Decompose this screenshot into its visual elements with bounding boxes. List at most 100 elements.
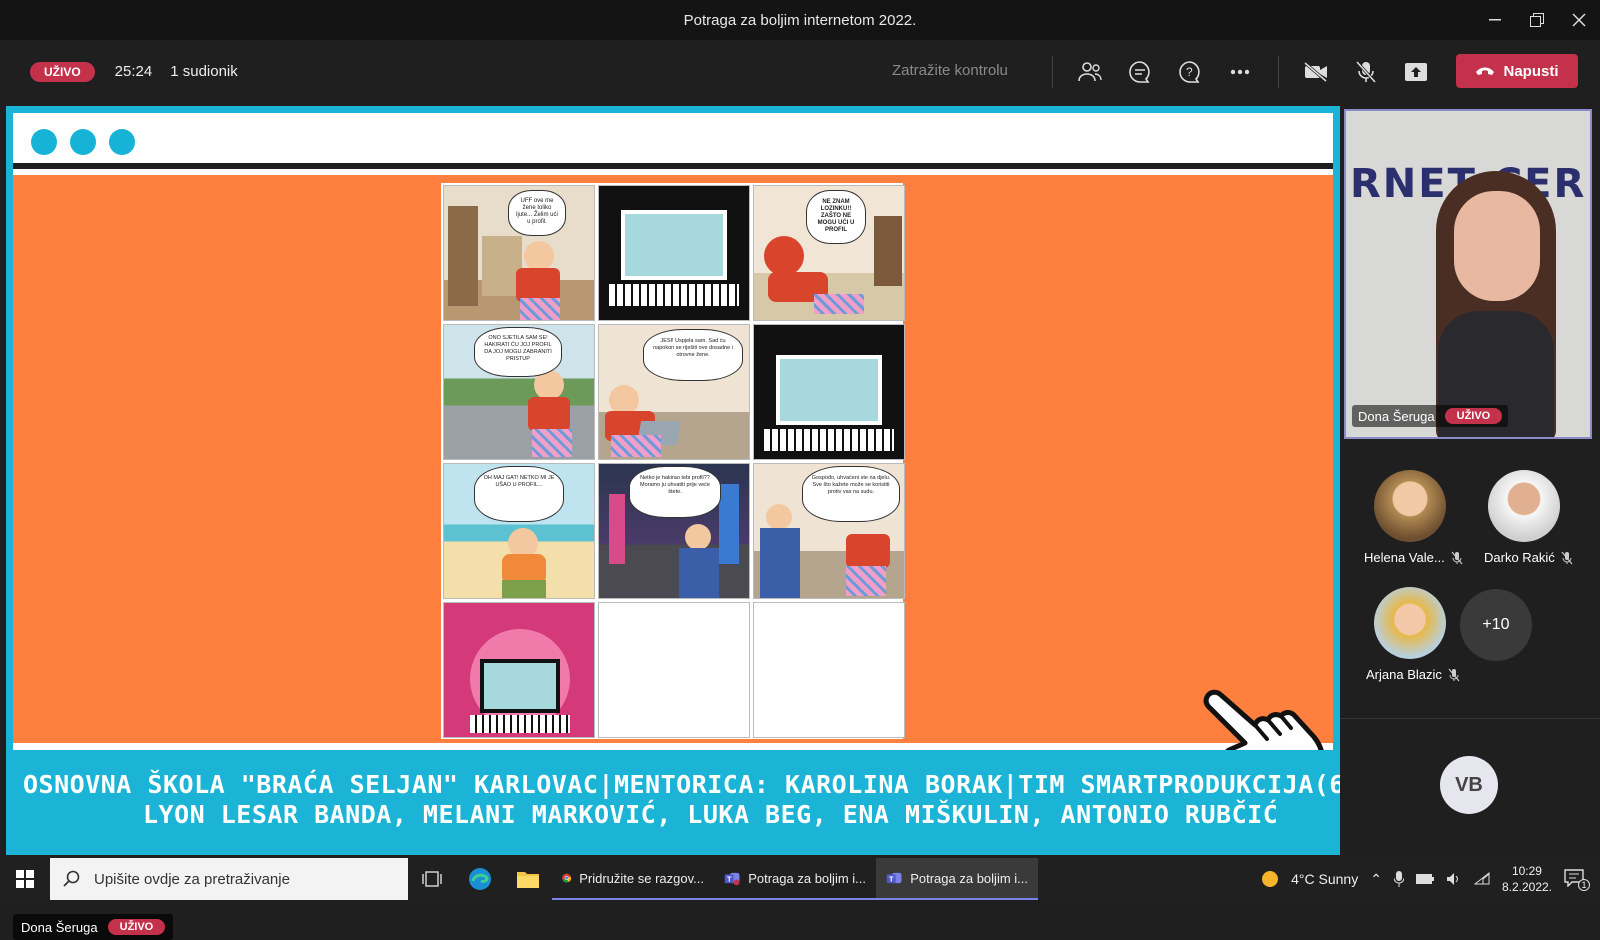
file-explorer-icon[interactable]	[504, 858, 552, 900]
comic-panel: NE ZNAM LOZINKU!! ZAŠTO NE MOGU UĆI U PR…	[753, 185, 905, 321]
taskbar-app-label: Pridružite se razgov...	[579, 870, 704, 886]
presenter-name: Dona Šeruga	[21, 919, 98, 935]
comic-panel-empty	[753, 602, 905, 738]
caption-line-1: OSNOVNA ŠKOLA "BRAĆA SELJAN" KARLOVAC|ME…	[23, 770, 1408, 799]
divider	[1340, 718, 1600, 719]
avatar[interactable]	[1374, 587, 1446, 659]
comic-panel	[443, 602, 595, 738]
participant-name: Arjana Blazic	[1366, 667, 1442, 682]
close-window-button[interactable]	[1558, 0, 1600, 40]
participants-panel: RNET CER Dona Šeruga UŽIVO Helena Vale..…	[1340, 106, 1600, 855]
comic-panel: Gospođo, uhvaćeni ste na djelu. Sve što …	[753, 463, 905, 599]
speech-bubble: Gospođo, uhvaćeni ste na djelu. Sve što …	[802, 466, 900, 522]
chrome-icon	[562, 873, 572, 883]
meeting-toolbar: UŽIVO 25:24 1 sudionik Zatražite kontrol…	[0, 40, 1600, 103]
weather-text[interactable]: 4°C Sunny	[1291, 871, 1358, 887]
microphone-icon[interactable]	[1393, 871, 1404, 887]
main-video-tile[interactable]: RNET CER Dona Šeruga UŽIVO	[1344, 109, 1592, 439]
comic-panel: ONO SJETILA SAM SE! HAKIRATI ĆU JOJ PROF…	[443, 324, 595, 460]
window-controls	[1474, 0, 1600, 40]
speech-bubble: NE ZNAM LOZINKU!! ZAŠTO NE MOGU UĆI U PR…	[806, 190, 866, 244]
presenter-nametag: Dona Šeruga UŽIVO	[13, 914, 174, 940]
clock-date: 8.2.2022.	[1501, 880, 1552, 894]
comic-panel	[598, 185, 750, 321]
taskbar: Upišite ovdje za pretraživanje Pridružit…	[0, 858, 1600, 900]
taskbar-search[interactable]: Upišite ovdje za pretraživanje	[50, 858, 408, 900]
svg-text:?: ?	[1186, 65, 1193, 79]
task-view-icon[interactable]	[408, 858, 456, 900]
speech-bubble: Netko je hakirao tebi profil?? Moramo ju…	[629, 466, 721, 518]
notifications-icon[interactable]: 1	[1564, 869, 1590, 891]
qna-icon[interactable]: ?	[1174, 56, 1206, 88]
teams-icon: T	[886, 872, 902, 884]
hang-up-icon	[1476, 67, 1495, 75]
notification-count: 1	[1578, 879, 1590, 891]
decor-dot	[109, 129, 135, 155]
slide-caption: OSNOVNA ŠKOLA "BRAĆA SELJAN" KARLOVAC|ME…	[13, 750, 1407, 848]
avatar[interactable]	[1374, 470, 1446, 542]
participant-name: Darko Rakić	[1484, 550, 1555, 565]
participant-item[interactable]: Arjana Blazic	[1366, 667, 1460, 682]
chat-icon[interactable]	[1124, 56, 1156, 88]
more-participants-button[interactable]: +10	[1460, 589, 1532, 661]
battery-icon[interactable]	[1415, 874, 1434, 884]
taskbar-app-teams[interactable]: T Potraga za boljim i...	[714, 858, 876, 900]
participant-count: 1 sudionik	[170, 63, 238, 80]
speech-bubble: ONO SJETILA SAM SE! HAKIRATI ĆU JOJ PROF…	[474, 327, 562, 377]
speech-bubble: UFF ove me žene toliko ljute... Želim uć…	[508, 190, 566, 236]
live-badge: UŽIVO	[30, 61, 95, 82]
system-tray: 4°C Sunny ⌃ 10:29 8.2.2022. 1	[1261, 858, 1600, 900]
taskbar-app-label: Potraga za boljim i...	[910, 870, 1028, 886]
mic-off-icon[interactable]	[1350, 56, 1382, 88]
taskbar-app-chrome[interactable]: Pridružite se razgov...	[552, 858, 714, 900]
toolbar-divider	[1278, 56, 1279, 88]
shared-content: UFF ove me žene toliko ljute... Želim uć…	[13, 113, 1407, 848]
comic-panel	[753, 324, 905, 460]
taskbar-app-teams-active[interactable]: T Potraga za boljim i...	[876, 858, 1038, 900]
video-person-face	[1454, 191, 1540, 301]
window-title: Potraga za boljim internetom 2022.	[683, 11, 917, 29]
caption-line-2: LYON LESAR BANDA, MELANI MARKOVIĆ, LUKA …	[143, 800, 1279, 829]
clock[interactable]: 10:29 8.2.2022.	[1502, 863, 1552, 895]
mic-muted-icon	[1448, 668, 1460, 681]
taskbar-app-label: Potraga za boljim i...	[748, 870, 866, 886]
clock-time: 10:29	[1511, 864, 1542, 878]
weather-sun-icon	[1262, 871, 1279, 887]
leave-button[interactable]: Napusti	[1456, 54, 1578, 88]
teams-icon: T	[724, 872, 740, 886]
more-options-icon[interactable]	[1224, 56, 1256, 88]
speech-bubble: JESI! Uspjela sam. Sad ću napokon se rij…	[643, 329, 743, 381]
participant-item[interactable]: Darko Rakić	[1484, 550, 1573, 565]
presenter-live-badge: UŽIVO	[107, 919, 166, 935]
comic-panel: UFF ove me žene toliko ljute... Želim uć…	[443, 185, 595, 321]
edge-icon[interactable]	[456, 858, 504, 900]
comic-panel: Netko je hakirao tebi profil?? Moramo ju…	[598, 463, 750, 599]
minimize-button[interactable]	[1474, 0, 1516, 40]
chevron-up-icon[interactable]: ⌃	[1370, 871, 1382, 888]
windows-start-icon[interactable]	[0, 858, 50, 900]
shared-screen: UFF ove me žene toliko ljute... Želim uć…	[6, 106, 1407, 940]
wifi-icon[interactable]	[1473, 872, 1490, 886]
meeting-timer: 25:24	[114, 63, 153, 80]
avatar[interactable]	[1488, 470, 1560, 542]
camera-off-icon[interactable]	[1300, 56, 1332, 88]
video-live-badge: UŽIVO	[1444, 408, 1503, 424]
participant-item[interactable]: Helena Vale...	[1364, 550, 1463, 565]
volume-icon[interactable]	[1446, 872, 1462, 886]
comic-panel-empty	[598, 602, 750, 738]
search-placeholder: Upišite ovdje za pretraživanje	[94, 870, 290, 888]
mic-muted-icon	[1451, 551, 1463, 564]
speech-bubble: OH MAJ GAT! NETKO MI JE UŠAO U PROFIL...	[474, 466, 564, 522]
participant-name: Helena Vale...	[1364, 550, 1445, 565]
decor-dot	[31, 129, 57, 155]
slide-body: UFF ove me žene toliko ljute... Želim uć…	[13, 175, 1333, 789]
mic-muted-icon	[1561, 551, 1573, 564]
self-avatar[interactable]: VB	[1440, 756, 1498, 814]
share-screen-icon[interactable]	[1400, 56, 1432, 88]
video-nametag: Dona Šeruga UŽIVO	[1352, 405, 1509, 427]
comic-panel: JESI! Uspjela sam. Sad ću napokon se rij…	[598, 324, 750, 460]
decor-dot	[70, 129, 96, 155]
people-icon[interactable]	[1074, 56, 1106, 88]
restore-button[interactable]	[1516, 0, 1558, 40]
request-control-button[interactable]: Zatražite kontrolu	[892, 62, 1008, 79]
